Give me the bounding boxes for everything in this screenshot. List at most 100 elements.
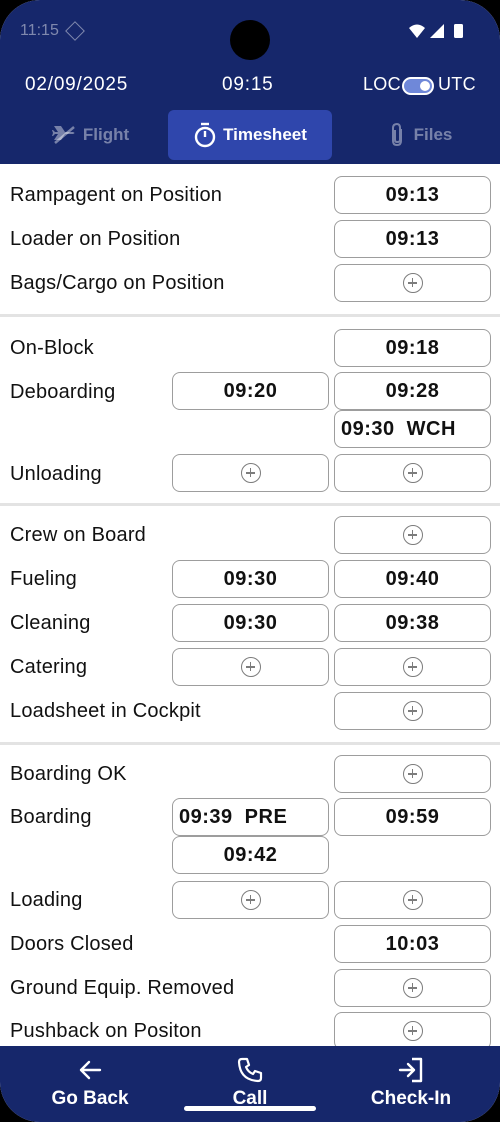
time-start-field[interactable]: 09:20 bbox=[172, 372, 329, 410]
time-extra-field[interactable]: 09:30 WCH bbox=[334, 410, 491, 448]
tab-flight-label: Flight bbox=[82, 125, 130, 144]
row-label: Loadsheet in Cockpit bbox=[10, 700, 201, 722]
add-circle-icon bbox=[402, 978, 423, 998]
add-end-time-button[interactable] bbox=[334, 454, 491, 492]
section-servicing: Crew on Board Fueling 09:30 09:40 Cleani… bbox=[0, 506, 500, 745]
row-label: Rampagent on Position bbox=[10, 184, 223, 206]
phone-screen: 11:15 02/09/2025 09:15 LOC UTC Flight Ti… bbox=[0, 0, 500, 1122]
time-start-field[interactable]: 09:39 PRE bbox=[172, 798, 329, 836]
row-label: Deboarding bbox=[10, 381, 116, 403]
add-end-time-button[interactable] bbox=[334, 881, 491, 919]
add-circle-icon bbox=[402, 764, 423, 784]
camera-cutout bbox=[230, 20, 270, 60]
time-value: 09:20 bbox=[223, 379, 278, 402]
row-label: Boarding bbox=[10, 806, 92, 828]
check-in-label: Check-In bbox=[370, 1088, 452, 1109]
status-icons bbox=[409, 24, 463, 38]
time-tag: WCH bbox=[406, 417, 456, 440]
login-icon bbox=[398, 1057, 423, 1083]
time-value: 09:59 bbox=[385, 805, 440, 828]
add-time-button[interactable] bbox=[334, 264, 491, 302]
home-indicator[interactable] bbox=[184, 1106, 316, 1111]
time-value: 09:13 bbox=[385, 183, 440, 206]
add-time-button[interactable] bbox=[334, 692, 491, 730]
tab-files-label: Files bbox=[413, 125, 453, 144]
time-end-field[interactable]: 09:59 bbox=[334, 798, 491, 836]
loc-utc-toggle[interactable] bbox=[402, 77, 434, 95]
time-value: 09:30 bbox=[341, 417, 395, 440]
timesheet-content: Rampagent on Position 09:13 Loader on Po… bbox=[0, 164, 500, 1046]
go-back-button[interactable]: Go Back bbox=[20, 1046, 160, 1122]
arrow-left-icon bbox=[79, 1060, 102, 1080]
time-value: 09:30 bbox=[223, 567, 278, 590]
time-end-field[interactable]: 09:28 bbox=[334, 372, 491, 410]
add-circle-icon bbox=[402, 657, 423, 677]
row-label: Bags/Cargo on Position bbox=[10, 272, 225, 294]
add-end-time-button[interactable] bbox=[334, 648, 491, 686]
add-circle-icon bbox=[402, 890, 423, 910]
row-label: Cleaning bbox=[10, 612, 91, 634]
add-start-time-button[interactable] bbox=[172, 881, 329, 919]
time-value: 09:30 bbox=[223, 611, 278, 634]
time-end-field[interactable]: 10:03 bbox=[334, 925, 491, 963]
tab-timesheet-label: Timesheet bbox=[223, 125, 307, 144]
add-circle-icon bbox=[402, 525, 423, 545]
time-value: 09:40 bbox=[385, 567, 440, 590]
date-time-row: 02/09/2025 09:15 LOC UTC bbox=[0, 74, 500, 100]
dnd-icon bbox=[65, 21, 85, 41]
time-start-field[interactable]: 09:30 bbox=[172, 560, 329, 598]
section-departure: Boarding OK Boarding 09:39 PRE 09:42 09:… bbox=[0, 745, 500, 1046]
signal-icon bbox=[430, 24, 444, 38]
battery-icon bbox=[454, 24, 463, 38]
add-circle-icon bbox=[240, 890, 261, 910]
app-header: 11:15 02/09/2025 09:15 LOC UTC Flight Ti… bbox=[0, 0, 500, 164]
check-in-button[interactable]: Check-In bbox=[341, 1046, 481, 1122]
section-positioning: Rampagent on Position 09:13 Loader on Po… bbox=[0, 164, 500, 317]
time-value: 09:18 bbox=[385, 336, 440, 359]
stopwatch-icon bbox=[194, 122, 216, 148]
tab-bar: Flight Timesheet Files bbox=[0, 110, 500, 160]
row-label: Unloading bbox=[10, 463, 102, 485]
time-extra-field[interactable]: 09:42 bbox=[172, 836, 329, 874]
add-circle-icon bbox=[240, 657, 261, 677]
time-end-field[interactable]: 09:38 bbox=[334, 604, 491, 642]
time-end-field[interactable]: 09:13 bbox=[334, 176, 491, 214]
time-value: 09:38 bbox=[385, 611, 440, 634]
time-end-field[interactable]: 09:13 bbox=[334, 220, 491, 258]
time-value: 09:28 bbox=[385, 379, 440, 402]
status-bar: 11:15 bbox=[0, 0, 500, 60]
time-end-field[interactable]: 09:40 bbox=[334, 560, 491, 598]
time-tag: PRE bbox=[244, 805, 288, 828]
add-time-button[interactable] bbox=[334, 969, 491, 1007]
tab-files[interactable]: Files bbox=[370, 110, 470, 160]
tab-flight[interactable]: Flight bbox=[40, 110, 140, 160]
row-label: Ground Equip. Removed bbox=[10, 977, 235, 999]
plane-icon bbox=[51, 126, 75, 144]
go-back-label: Go Back bbox=[51, 1088, 129, 1109]
tab-timesheet[interactable]: Timesheet bbox=[168, 110, 332, 160]
time-start-field[interactable]: 09:30 bbox=[172, 604, 329, 642]
row-label: On-Block bbox=[10, 337, 94, 359]
status-time: 11:15 bbox=[20, 22, 59, 39]
row-label: Boarding OK bbox=[10, 763, 127, 785]
add-time-button[interactable] bbox=[334, 516, 491, 554]
row-label: Pushback on Positon bbox=[10, 1020, 202, 1042]
add-circle-icon bbox=[402, 463, 423, 483]
add-circle-icon bbox=[402, 273, 423, 293]
row-label: Doors Closed bbox=[10, 933, 134, 955]
add-time-button[interactable] bbox=[334, 1012, 491, 1046]
row-label: Fueling bbox=[10, 568, 77, 590]
wifi-icon bbox=[409, 24, 425, 38]
add-time-button[interactable] bbox=[334, 755, 491, 793]
time-value: 09:39 bbox=[179, 805, 233, 828]
row-label: Crew on Board bbox=[10, 524, 146, 546]
add-circle-icon bbox=[240, 463, 261, 483]
loc-label: LOC bbox=[363, 74, 401, 94]
utc-label: UTC bbox=[438, 74, 476, 94]
add-start-time-button[interactable] bbox=[172, 648, 329, 686]
add-start-time-button[interactable] bbox=[172, 454, 329, 492]
time-end-field[interactable]: 09:18 bbox=[334, 329, 491, 367]
row-label: Loading bbox=[10, 889, 83, 911]
time-value: 09:13 bbox=[385, 227, 440, 250]
paperclip-icon bbox=[391, 122, 402, 147]
